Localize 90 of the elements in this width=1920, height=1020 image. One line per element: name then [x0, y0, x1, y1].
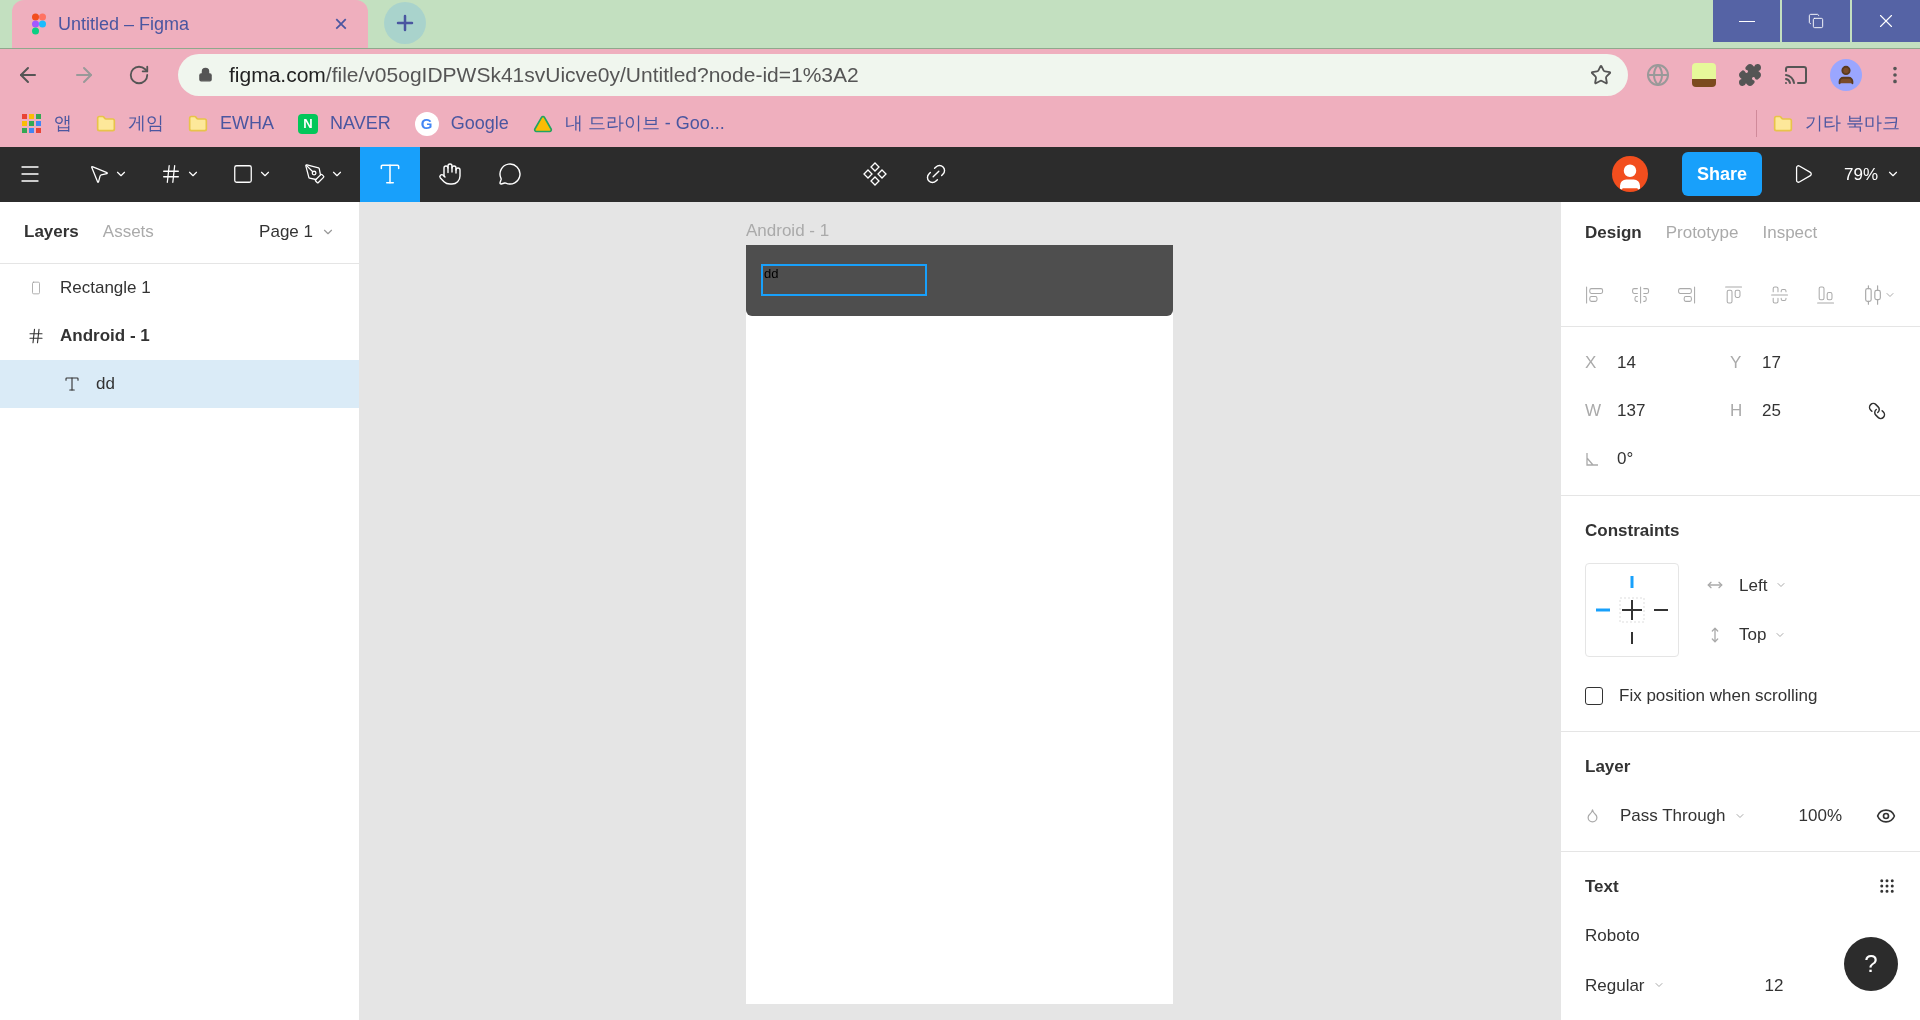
- panel-tab[interactable]: Layers: [24, 219, 79, 245]
- panel-tab[interactable]: Design: [1585, 219, 1642, 246]
- constraint-widget[interactable]: [1585, 563, 1679, 657]
- pointer-icon: [88, 163, 110, 186]
- font-style-dropdown[interactable]: Regular: [1585, 972, 1665, 998]
- tab-title: Untitled – Figma: [58, 12, 191, 36]
- address-bar[interactable]: figma.com/file/v05ogIDPWSk41svUicve0y/Untitled?node-id=1%3A2: [178, 53, 1628, 96]
- figma-logo: [32, 13, 46, 35]
- layer-name: Rectangle 1: [60, 276, 151, 299]
- bookmark-item[interactable]: EWHA: [188, 110, 274, 138]
- frame-icon: [160, 163, 182, 186]
- plant-extension-icon[interactable]: [1692, 62, 1716, 87]
- field-value: 14: [1617, 351, 1636, 374]
- field-label: Y: [1730, 351, 1743, 374]
- new-tab-button[interactable]: [384, 2, 426, 44]
- hand-icon: [438, 162, 462, 187]
- layer-row[interactable]: dd: [0, 359, 359, 408]
- apps-grid-icon: [22, 113, 42, 134]
- field-label: H: [1730, 399, 1744, 422]
- bookmark-label: Google: [450, 112, 509, 136]
- pen-icon: [304, 163, 326, 186]
- section-title: Constraints: [1585, 519, 1681, 542]
- frame-icon: [27, 326, 45, 345]
- checkbox[interactable]: [1585, 686, 1603, 705]
- blend-mode-icon: [1585, 808, 1600, 824]
- bookmark-label: NAVER: [330, 112, 391, 136]
- text-styles-icon[interactable]: [1878, 877, 1896, 896]
- bookmark-item[interactable]: 내 드라이브 - Goo...: [532, 110, 725, 138]
- field-value: 17: [1762, 351, 1781, 374]
- lock-icon: [198, 67, 213, 83]
- reload-icon[interactable]: [128, 63, 150, 86]
- bookmark-item[interactable]: N NAVER: [298, 110, 391, 138]
- tab-close-button[interactable]: ×: [334, 6, 348, 42]
- horizontal-constraint-dropdown[interactable]: Left: [1739, 572, 1788, 598]
- section-title: Text: [1585, 875, 1619, 898]
- extensions-icon[interactable]: [1738, 62, 1762, 87]
- bookmark-star-icon[interactable]: [1590, 63, 1612, 86]
- page-dropdown[interactable]: Page 1: [259, 219, 335, 245]
- field-label: X: [1585, 351, 1598, 374]
- layer-row[interactable]: Rectangle 1: [0, 263, 359, 312]
- text-icon: [63, 374, 81, 393]
- position-field[interactable]: Y 17: [1730, 348, 1896, 377]
- zoom-dropdown[interactable]: 79%: [1843, 161, 1900, 188]
- folder-icon: [1773, 113, 1793, 134]
- bookmark-label[interactable]: 기타 북마크: [1805, 110, 1900, 138]
- bookmark-label: 앱: [54, 112, 72, 136]
- component-icon[interactable]: [862, 161, 888, 188]
- bookmark-label: 게임: [128, 112, 164, 136]
- blend-mode-dropdown[interactable]: Pass Through: [1620, 803, 1746, 829]
- drive-icon: [532, 113, 553, 134]
- profile-avatar[interactable]: [1830, 58, 1862, 91]
- rectangle-icon: [29, 280, 43, 295]
- bookmark-item[interactable]: 앱: [22, 110, 72, 138]
- bookmark-item[interactable]: 게임: [96, 110, 164, 138]
- field-value: 137: [1617, 399, 1646, 422]
- help-button[interactable]: ?: [1844, 936, 1898, 991]
- constrain-proportions-icon[interactable]: [1868, 401, 1886, 420]
- bookmark-label: EWHA: [220, 112, 274, 136]
- checkbox-label: Fix position when scrolling: [1619, 685, 1818, 707]
- restore-icon: [1808, 13, 1824, 29]
- field-value: 25: [1762, 399, 1781, 422]
- angle-icon: [1585, 451, 1599, 466]
- font-family-value[interactable]: Roboto: [1585, 923, 1640, 949]
- layer-name: Android - 1: [60, 324, 150, 347]
- frame-label: Android - 1: [746, 219, 831, 242]
- google-logo: G: [414, 111, 439, 136]
- minimize-icon: [1738, 20, 1755, 22]
- field-label: W: [1585, 399, 1603, 422]
- rotation-field[interactable]: 0°: [1585, 444, 1730, 473]
- url-text: figma.com/file/v05ogIDPWSk41svUicve0y/Untitled?node-id=1%3A2: [229, 61, 860, 88]
- canvas-text: dd: [764, 266, 780, 281]
- field-value: 0°: [1617, 447, 1634, 470]
- position-field[interactable]: X 14: [1585, 348, 1730, 377]
- user-avatar[interactable]: [1611, 156, 1648, 193]
- position-field[interactable]: H 25: [1730, 396, 1896, 425]
- folder-icon: [96, 113, 116, 134]
- rectangle-icon: [232, 163, 254, 186]
- browser-tab[interactable]: Untitled – Figma ×: [12, 0, 368, 48]
- layer-row[interactable]: Android - 1: [0, 311, 359, 360]
- font-size-value[interactable]: 12: [1764, 972, 1784, 998]
- folder-icon: [188, 113, 208, 134]
- position-field[interactable]: W 137: [1585, 396, 1730, 425]
- vertical-constraint-dropdown[interactable]: Top: [1739, 622, 1787, 648]
- layer-name: dd: [96, 372, 115, 395]
- section-title: Layer: [1585, 755, 1632, 778]
- bookmark-label: 내 드라이브 - Goo...: [564, 112, 725, 136]
- naver-logo: N: [298, 113, 318, 134]
- bookmark-item[interactable]: G Google: [414, 110, 509, 138]
- comment-icon: [498, 162, 522, 187]
- opacity-value[interactable]: 100%: [1798, 803, 1842, 829]
